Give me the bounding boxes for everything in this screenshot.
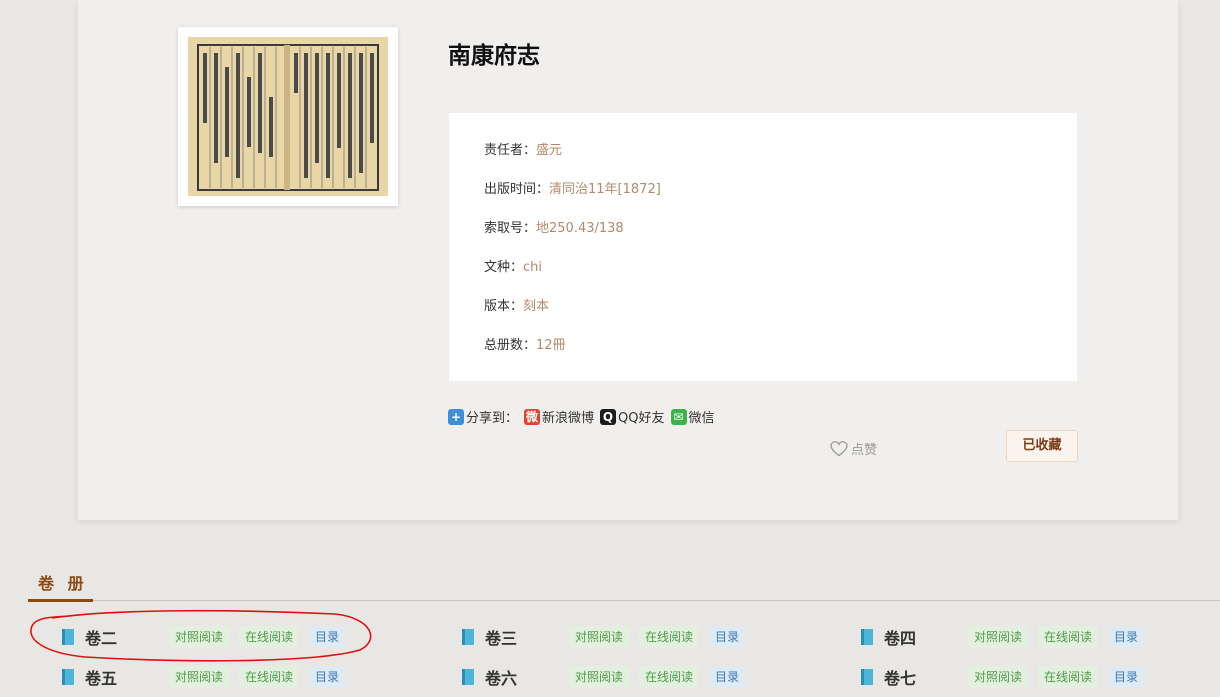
plus-icon: +	[448, 408, 464, 425]
meta-value[interactable]: 12冊	[536, 338, 566, 353]
online-read-button[interactable]: 在线阅读	[239, 666, 300, 688]
online-read-button[interactable]: 在线阅读	[639, 626, 700, 648]
volume-item: 卷五 对照阅读 在线阅读 目录	[62, 665, 355, 689]
meta-label: 责任者：	[484, 143, 537, 158]
meta-edition: 版本：刻本	[484, 295, 549, 314]
share-wechat-button[interactable]: ✉ 微信	[670, 407, 715, 426]
compare-read-button[interactable]: 对照阅读	[968, 626, 1029, 648]
meta-responsible: 责任者：盛元	[484, 139, 562, 158]
meta-label: 文种：	[484, 260, 524, 275]
book-icon	[462, 629, 474, 645]
online-read-button[interactable]: 在线阅读	[239, 626, 300, 648]
book-icon	[62, 629, 74, 645]
volumes-heading: 卷 册	[38, 574, 88, 593]
meta-label: 总册数：	[484, 338, 537, 353]
share-weibo-button[interactable]: 微 新浪微博	[524, 407, 594, 426]
share-label: 分享到：	[466, 411, 519, 426]
book-detail-card: 南康府志 责任者：盛元 出版时间：清同治11年[1872] 索取号：地250.4…	[78, 0, 1178, 520]
compare-read-button[interactable]: 对照阅读	[569, 666, 630, 688]
meta-label: 版本：	[484, 299, 524, 314]
book-icon	[861, 629, 873, 645]
compare-read-button[interactable]: 对照阅读	[169, 666, 230, 688]
compare-read-button[interactable]: 对照阅读	[968, 666, 1029, 688]
meta-language: 文种：chi	[484, 256, 542, 275]
scanned-page-graphic	[188, 37, 388, 196]
qq-penguin-icon: Q	[600, 408, 617, 425]
book-metadata-panel: 责任者：盛元 出版时间：清同治11年[1872] 索取号：地250.43/138…	[449, 113, 1077, 381]
meta-value[interactable]: 刻本	[523, 299, 549, 314]
share-qq-label: QQ好友	[618, 411, 665, 426]
volume-name[interactable]: 卷五	[85, 665, 169, 689]
toc-button[interactable]: 目录	[709, 626, 746, 648]
volume-name[interactable]: 卷四	[884, 625, 968, 649]
heart-icon	[830, 440, 848, 456]
volume-item: 卷四 对照阅读 在线阅读 目录	[861, 625, 1154, 649]
volume-item: 卷六 对照阅读 在线阅读 目录	[462, 665, 755, 689]
toc-button[interactable]: 目录	[309, 666, 346, 688]
compare-read-button[interactable]: 对照阅读	[169, 626, 230, 648]
volume-name[interactable]: 卷七	[884, 665, 968, 689]
volume-item: 卷二 对照阅读 在线阅读 目录	[62, 625, 355, 649]
toc-button[interactable]: 目录	[1108, 626, 1145, 648]
volume-item: 卷三 对照阅读 在线阅读 目录	[462, 625, 755, 649]
meta-value[interactable]: chi	[523, 260, 542, 275]
book-icon	[861, 669, 873, 685]
meta-label: 索取号：	[484, 221, 537, 236]
wechat-icon: ✉	[670, 408, 687, 425]
weibo-icon: 微	[524, 408, 541, 425]
volume-item: 卷七 对照阅读 在线阅读 目录	[861, 665, 1154, 689]
share-weibo-label: 新浪微博	[542, 411, 595, 426]
share-bar: + 分享到： 微 新浪微博 Q QQ好友 ✉ 微信	[448, 407, 721, 426]
volumes-heading-underline	[28, 599, 93, 602]
volume-name[interactable]: 卷三	[485, 625, 569, 649]
meta-volume-count: 总册数：12冊	[484, 334, 566, 353]
share-more[interactable]: + 分享到：	[448, 407, 518, 426]
meta-publish-date: 出版时间：清同治11年[1872]	[484, 178, 661, 197]
meta-call-number: 索取号：地250.43/138	[484, 217, 624, 236]
book-cover-frame[interactable]	[178, 27, 398, 206]
meta-value[interactable]: 清同治11年[1872]	[549, 182, 661, 197]
book-icon	[462, 669, 474, 685]
volume-name[interactable]: 卷六	[485, 665, 569, 689]
share-wechat-label: 微信	[688, 411, 715, 426]
meta-value[interactable]: 盛元	[536, 143, 562, 158]
share-qq-button[interactable]: Q QQ好友	[600, 407, 665, 426]
toc-button[interactable]: 目录	[1108, 666, 1145, 688]
online-read-button[interactable]: 在线阅读	[639, 666, 700, 688]
meta-label: 出版时间：	[484, 182, 550, 197]
toc-button[interactable]: 目录	[709, 666, 746, 688]
compare-read-button[interactable]: 对照阅读	[569, 626, 630, 648]
favorite-button[interactable]: 已收藏	[1006, 430, 1078, 462]
online-read-button[interactable]: 在线阅读	[1038, 626, 1099, 648]
like-button[interactable]: 点赞	[830, 439, 877, 458]
book-cover-image	[188, 37, 388, 196]
meta-value[interactable]: 地250.43/138	[536, 221, 624, 236]
book-title: 南康府志	[448, 43, 540, 69]
volumes-divider	[28, 600, 1220, 601]
book-icon	[62, 669, 74, 685]
page: 南康府志 责任者：盛元 出版时间：清同治11年[1872] 索取号：地250.4…	[0, 0, 1220, 697]
like-label: 点赞	[851, 443, 878, 458]
volume-name[interactable]: 卷二	[85, 625, 169, 649]
online-read-button[interactable]: 在线阅读	[1038, 666, 1099, 688]
toc-button[interactable]: 目录	[309, 626, 346, 648]
